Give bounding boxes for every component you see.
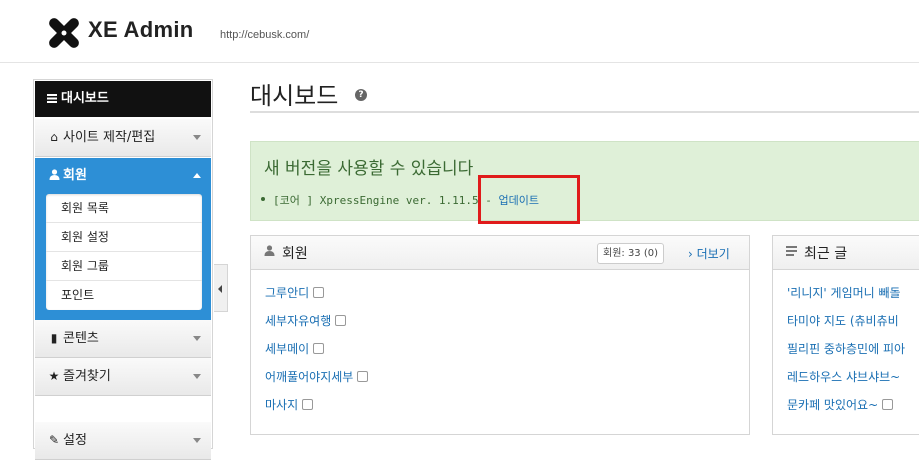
header: XE Admin http://cebusk.com/ [0, 0, 919, 63]
submenu-member-list[interactable]: 회원 목록 [46, 194, 202, 223]
external-link-icon [335, 315, 347, 326]
submenu-member-group[interactable]: 회원 그룹 [46, 252, 202, 281]
help-icon[interactable]: ? [355, 89, 367, 101]
panel-title: 최근 글 [804, 246, 848, 262]
chevron-down-icon [193, 374, 201, 379]
list-item[interactable]: 타미야 지도 (츄비츄비 [787, 312, 919, 332]
sidebar-item-label: 즐겨찾기 [63, 369, 111, 384]
list-item[interactable]: 어깨풀어야지세부 [265, 368, 685, 388]
home-icon: ⌂ [50, 130, 58, 144]
wrench-icon: ✎ [48, 433, 60, 447]
panel-header: 최근 글 [773, 236, 919, 270]
sidebar-item-member[interactable]: 회원 회원 목록 회원 설정 회원 그룹 포인트 [35, 158, 211, 320]
list-item[interactable]: 마사지 [265, 396, 685, 416]
panel-title: 회원 [282, 246, 308, 262]
title-divider [250, 111, 919, 113]
page-title: 대시보드 [250, 82, 339, 110]
user-icon [264, 245, 275, 259]
star-icon: ★ [48, 369, 60, 383]
chevron-down-icon [193, 135, 201, 140]
external-link-icon [302, 399, 314, 410]
chevron-left-icon [218, 285, 222, 293]
sidebar: 대시보드 ⌂ 사이트 제작/편집 회원 회원 목록 회원 설정 회원 그룹 포인… [33, 79, 213, 460]
site-url[interactable]: http://cebusk.com/ [220, 29, 309, 41]
list-icon [47, 94, 57, 103]
submenu-member-settings[interactable]: 회원 설정 [46, 223, 202, 252]
sidebar-item-site-design[interactable]: ⌂ 사이트 제작/편집 [35, 119, 211, 157]
list-item[interactable]: 세부자유여행 [265, 312, 685, 332]
book-icon: ▮ [50, 331, 58, 345]
recent-posts-panel: 최근 글 '리니지' 게임머니 빼돌 타미야 지도 (츄비츄비 필리핀 중하층민… [772, 235, 919, 435]
brand-title[interactable]: XE Admin [88, 17, 193, 43]
highlight-box [478, 175, 580, 224]
sidebar-item-label: 사이트 제작/편집 [63, 130, 156, 145]
sidebar-item-label: 회원 [63, 168, 87, 183]
list-item[interactable]: 세부메이 [265, 340, 685, 360]
list-item[interactable]: 레드하우스 샤브샤브~ [787, 368, 919, 388]
sidebar-item-favorites[interactable]: ★ 즐겨찾기 [35, 358, 211, 396]
external-link-icon [882, 399, 894, 410]
chevron-up-icon [193, 173, 201, 178]
alert-title: 새 버전을 사용할 수 있습니다 [264, 159, 474, 179]
members-panel: 회원 회원: 33 (0) › 더보기 그루안디 세부자유여행 세부메이 어깨풀… [250, 235, 750, 435]
external-link-icon [313, 343, 325, 354]
list-item[interactable]: '리니지' 게임머니 빼돌 [787, 284, 919, 304]
chevron-down-icon [193, 336, 201, 341]
sidebar-item-label: 설정 [63, 433, 87, 448]
sidebar-collapse-toggle[interactable] [214, 264, 228, 312]
update-alert: 새 버전을 사용할 수 있습니다 [코어 ] XpressEngine ver.… [250, 141, 919, 221]
list-item[interactable]: 그루안디 [265, 284, 685, 304]
sidebar-item-dashboard[interactable]: 대시보드 [35, 81, 211, 117]
external-link-icon [313, 287, 325, 298]
member-count-badge: 회원: 33 (0) [597, 243, 665, 264]
user-icon [47, 158, 61, 194]
more-link[interactable]: › 더보기 [688, 245, 730, 262]
external-link-icon [357, 371, 369, 382]
sidebar-item-member-header[interactable]: 회원 [35, 158, 211, 194]
panel-header: 회원 회원: 33 (0) › 더보기 [251, 236, 749, 270]
list-icon [786, 245, 797, 259]
sidebar-item-label: 콘텐츠 [63, 331, 99, 346]
xe-logo-icon[interactable] [48, 17, 80, 49]
list-item[interactable]: 문카페 맛있어요~ [787, 396, 919, 416]
submenu-point[interactable]: 포인트 [46, 281, 202, 310]
member-submenu: 회원 목록 회원 설정 회원 그룹 포인트 [46, 194, 202, 310]
chevron-down-icon [193, 438, 201, 443]
list-item[interactable]: 필리핀 중하층민에 피아 [787, 340, 919, 360]
sidebar-item-label: 대시보드 [61, 91, 109, 106]
sidebar-item-content[interactable]: ▮ 콘텐츠 [35, 320, 211, 358]
sidebar-item-settings[interactable]: ✎ 설정 [35, 422, 211, 460]
bullet [261, 197, 265, 201]
